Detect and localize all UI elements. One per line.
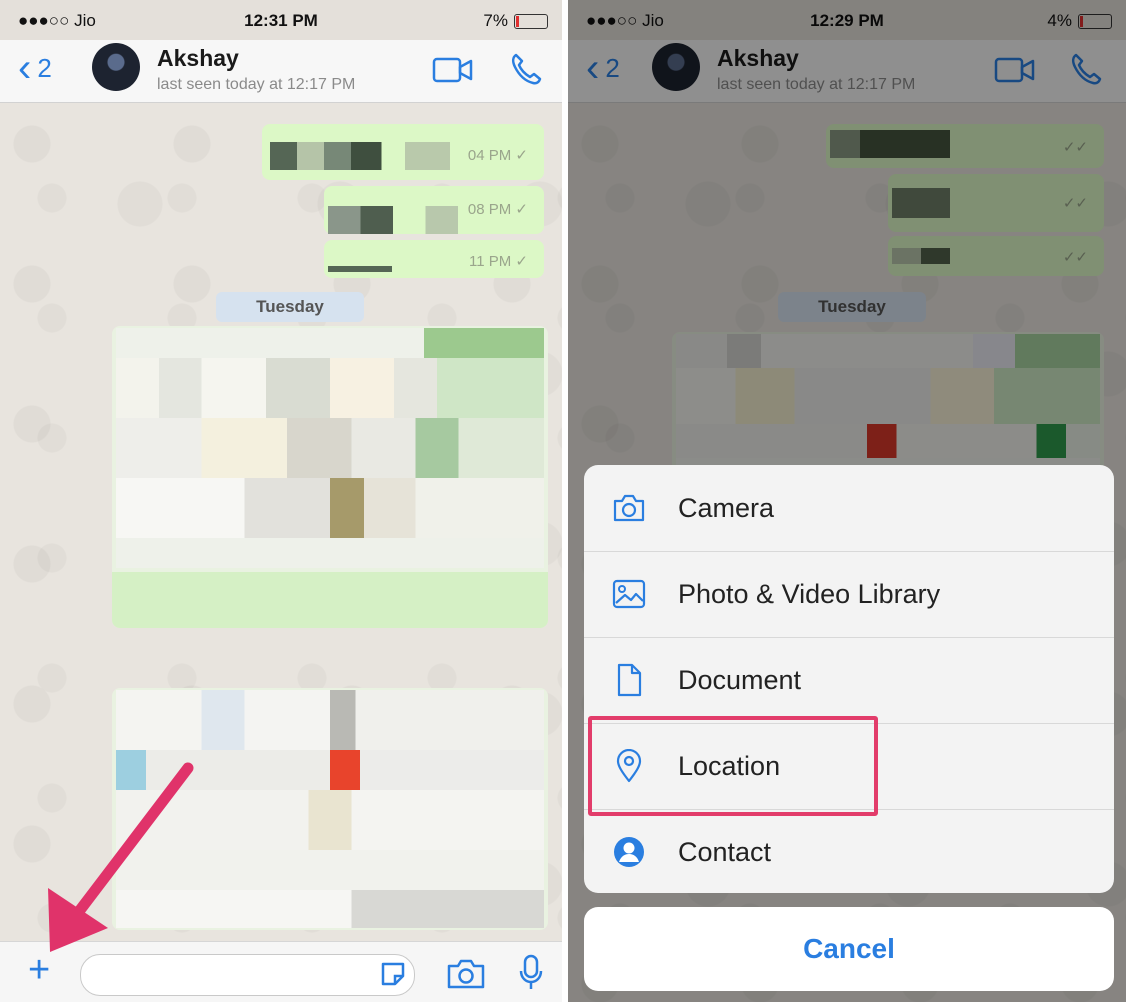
option-label: Photo & Video Library (678, 578, 941, 609)
sticker-icon[interactable] (379, 960, 407, 988)
option-contact[interactable]: Contact (584, 809, 1114, 893)
blurred-content (270, 142, 450, 170)
last-seen-status: last seen today at 12:17 PM (157, 76, 356, 93)
option-label: Document (678, 664, 802, 695)
message-input[interactable] (80, 954, 415, 996)
chat-screen-left: ●●●○○ Jio 12:31 PM 7% ‹ 2 Akshay last se… (0, 0, 562, 1002)
camera-icon (613, 494, 645, 522)
video-call-icon[interactable] (432, 56, 474, 84)
unread-count: 2 (37, 52, 52, 83)
message-timestamp: 08 PM ✓ (467, 201, 528, 218)
option-camera[interactable]: Camera (584, 465, 1114, 552)
photo-library-icon (612, 579, 646, 609)
image-message[interactable] (112, 326, 548, 628)
battery-percent: 7% (483, 11, 508, 30)
message-bubble[interactable]: 11 PM ✓ (324, 240, 544, 278)
contact-icon (614, 837, 644, 867)
option-label: Camera (678, 492, 775, 523)
option-document[interactable]: Document (584, 637, 1114, 724)
cancel-button[interactable]: Cancel (584, 907, 1114, 991)
attachment-action-sheet: Camera Photo & Video Library Document Lo… (584, 465, 1114, 893)
image-caption-area (112, 572, 548, 628)
option-label: Contact (678, 836, 772, 867)
blurred-image (116, 328, 544, 568)
chat-header: ‹ 2 Akshay last seen today at 12:17 PM (0, 40, 562, 103)
blurred-content (328, 206, 458, 234)
message-bubble[interactable]: 08 PM ✓ (324, 186, 544, 234)
document-icon (617, 663, 642, 697)
status-bar: ●●●○○ Jio 12:31 PM 7% (0, 0, 562, 40)
message-timestamp: 04 PM ✓ (467, 147, 528, 164)
microphone-icon[interactable] (518, 954, 544, 992)
back-button[interactable]: ‹ 2 (18, 48, 52, 88)
battery-indicator: 7% (483, 11, 548, 31)
blurred-content (328, 266, 392, 272)
pointer-arrow (48, 762, 194, 952)
avatar[interactable] (92, 43, 140, 91)
location-highlight-box (588, 716, 878, 816)
message-timestamp: 11 PM ✓ (469, 253, 528, 270)
date-separator: Tuesday (216, 292, 364, 322)
option-photo-video-library[interactable]: Photo & Video Library (584, 551, 1114, 638)
chevron-left-icon: ‹ (18, 46, 32, 90)
message-bubble[interactable]: 04 PM ✓ (262, 124, 544, 180)
chat-screen-right: ●●●○○ Jio 12:29 PM 4% ‹ 2 Akshay last se… (568, 0, 1126, 1002)
camera-icon[interactable] (446, 958, 486, 990)
contact-name[interactable]: Akshay (157, 45, 239, 72)
battery-icon (514, 13, 548, 29)
clock: 12:31 PM (244, 11, 318, 30)
phone-call-icon[interactable] (510, 52, 542, 86)
